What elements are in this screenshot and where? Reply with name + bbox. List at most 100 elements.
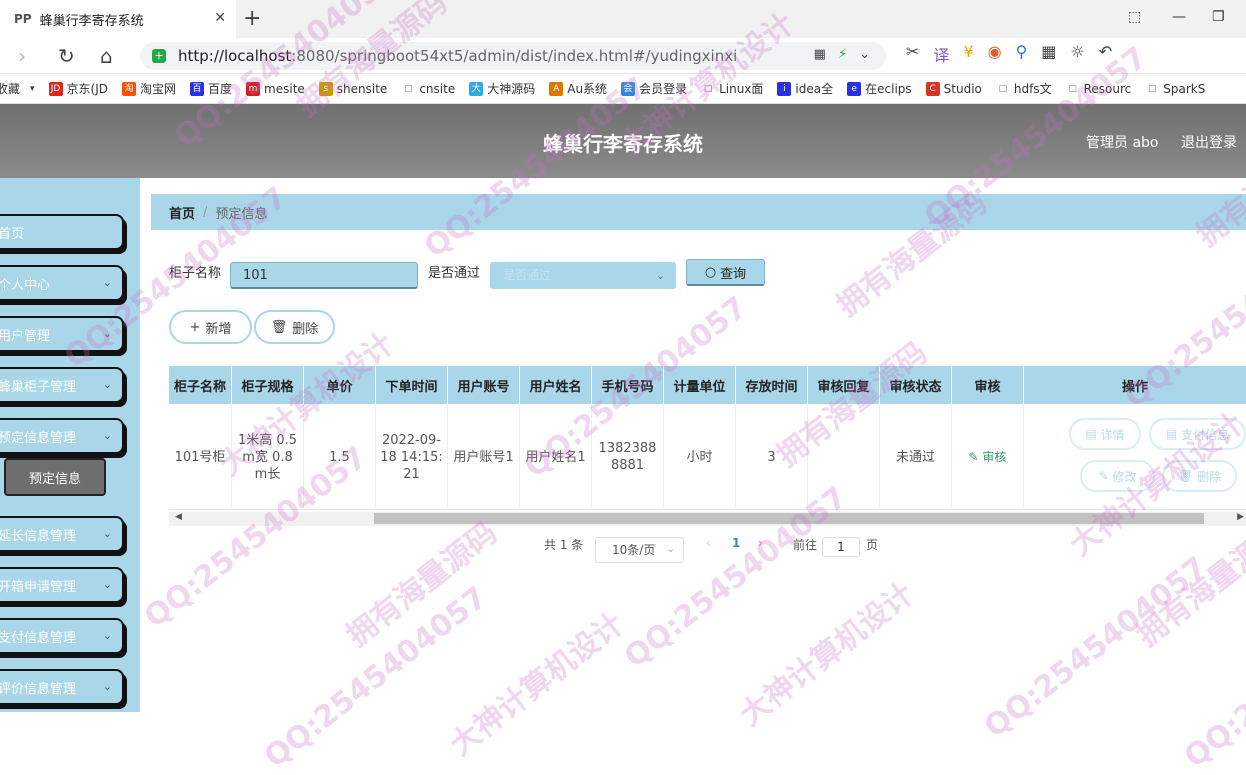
home-icon[interactable]: ⌂ <box>100 44 113 68</box>
sidebar-item[interactable]: 用户管理 ⌄ <box>0 316 124 352</box>
scroll-left-icon[interactable]: ◀ <box>175 512 182 522</box>
column-header[interactable]: 存放时间 <box>736 366 808 404</box>
chevron-down-icon: ⌄ <box>102 378 112 391</box>
bookmark-item[interactable]: 收藏 ▾ <box>0 80 35 97</box>
reload-icon[interactable]: ↻ <box>58 44 75 68</box>
theme-icon[interactable]: ☼ <box>1070 42 1084 66</box>
cabinet-name-input[interactable]: 101 <box>230 262 418 289</box>
dropdown-icon[interactable]: ⌄ <box>859 47 870 62</box>
column-header[interactable]: 审核 <box>952 366 1024 404</box>
bookmark-item[interactable]: m mesite <box>246 81 305 96</box>
bookmark-item[interactable]: 百百度 <box>190 80 232 97</box>
grid-icon[interactable]: ▦ <box>1041 42 1056 66</box>
column-header[interactable]: 用户账号 <box>448 366 520 404</box>
game-icon[interactable]: ◉ <box>988 42 1002 66</box>
sidebar-item[interactable]: 评价信息管理 ⌄ <box>0 669 124 705</box>
bookmark-item[interactable]: 淘淘宝网 <box>122 80 176 97</box>
sidebar-item[interactable]: 蜂巢柜子管理 ⌄ <box>0 367 124 403</box>
edit-button[interactable]: ✎ 修改 <box>1080 460 1155 492</box>
column-header[interactable]: 操作 <box>1024 366 1246 404</box>
payment-info-button[interactable]: ▤ 支付信息 <box>1149 418 1246 450</box>
sidebar-item[interactable]: 开箱申请管理 ⌄ <box>0 567 124 603</box>
sidebar-item-label: 蜂巢柜子管理 <box>0 379 77 395</box>
bookmark-favicon-icon: s <box>318 81 333 96</box>
bookmark-item[interactable]: C Studio <box>925 81 982 96</box>
sidebar-item[interactable]: 支付信息管理 ⌄ <box>0 618 124 654</box>
bookmark-item[interactable]: □ hdfs文 <box>996 80 1052 97</box>
window-maximize-icon[interactable]: ❐ <box>1212 9 1225 25</box>
column-header[interactable]: 单价 <box>304 366 376 404</box>
sidebar-item[interactable]: 个人中心 ⌄ <box>0 265 124 301</box>
sidebar-subitem-reservation[interactable]: 预定信息 <box>4 458 106 496</box>
sidebar-item-label: 评价信息管理 <box>0 681 77 697</box>
column-header[interactable]: 手机号码 <box>592 366 664 404</box>
breadcrumb-home[interactable]: 首页 <box>169 203 195 222</box>
window-minimize-icon[interactable]: — <box>1172 9 1186 25</box>
column-header[interactable]: 用户姓名 <box>520 366 592 404</box>
browser-tab[interactable]: PP 蜂巢行李寄存系统 ✕ <box>0 0 236 38</box>
column-header[interactable]: 审核状态 <box>880 366 952 404</box>
column-header[interactable]: 柜子规格 <box>232 366 304 404</box>
bookmark-item[interactable]: □ Linux面 <box>701 80 764 97</box>
add-button[interactable]: + 新增 <box>169 310 252 344</box>
bookmark-item[interactable]: i idea全 <box>777 80 833 97</box>
sidebar-item[interactable]: 预定信息管理 ⌄ <box>0 418 124 454</box>
audit-link[interactable]: ✎ 审核 <box>969 449 1007 466</box>
bookmark-favicon-icon: JD <box>48 81 63 96</box>
cell-phone: 13823888881 <box>592 404 664 510</box>
column-header[interactable]: 审核回复 <box>808 366 880 404</box>
coin-icon[interactable]: ¥ <box>963 42 973 66</box>
goto-page-input[interactable]: 1 <box>822 537 860 557</box>
window-pin-icon[interactable]: ⬚ <box>1128 9 1141 25</box>
bookmark-label: mesite <box>264 81 305 96</box>
chevron-down-icon: ▾ <box>30 83 35 94</box>
qr-icon[interactable]: ▦ <box>814 47 826 62</box>
column-header[interactable]: 计量单位 <box>664 366 736 404</box>
undo-icon[interactable]: ↶ <box>1099 42 1112 66</box>
query-button[interactable]: ○ 查询 <box>686 259 765 286</box>
bookmark-item[interactable]: A Au系统 <box>549 80 607 97</box>
bookmark-item[interactable]: s shensite <box>318 81 387 96</box>
bookmark-item[interactable]: □ Resourc <box>1066 82 1131 96</box>
back-icon[interactable]: › <box>18 44 26 68</box>
bookmark-label: Linux面 <box>719 82 764 96</box>
bookmark-item[interactable]: e 在eclips <box>847 80 912 97</box>
column-header[interactable]: 柜子名称 <box>169 366 232 404</box>
scissors-icon[interactable]: ✂ <box>906 42 919 66</box>
tab-close-icon[interactable]: ✕ <box>214 10 226 26</box>
bookmark-item[interactable]: □ cnsite <box>401 82 455 96</box>
new-tab-icon[interactable]: + <box>243 6 261 31</box>
bookmark-item[interactable]: 会会员登录 <box>621 80 687 97</box>
next-page-icon[interactable]: › <box>758 536 763 550</box>
sidebar-item-label: 预定信息管理 <box>0 430 77 446</box>
chevron-down-icon: ⌄ <box>102 629 112 642</box>
detail-button[interactable]: ▤ 详情 <box>1069 418 1141 450</box>
page-number[interactable]: 1 <box>732 536 740 550</box>
scroll-right-icon[interactable]: ▶ <box>1237 512 1244 522</box>
bookmark-item[interactable]: □ SparkS <box>1145 82 1205 96</box>
search-icon[interactable]: ⚲ <box>1016 42 1028 66</box>
sidebar-item[interactable]: 延长信息管理 ⌄ <box>0 516 124 552</box>
url-bar[interactable]: + http://localhost:8080/springboot54xt5/… <box>140 42 886 70</box>
page-size-select[interactable]: 10条/页 ⌄ <box>595 537 684 563</box>
sidebar-item[interactable]: 首页 <box>0 214 124 250</box>
bookmark-label: cnsite <box>419 81 456 96</box>
sidebar-item-label: 支付信息管理 <box>0 630 77 646</box>
bookmark-label: Studio <box>943 81 982 96</box>
prev-page-icon[interactable]: ‹ <box>706 536 711 550</box>
bookmark-item[interactable]: JD 京东(JD <box>48 80 108 97</box>
bookmark-label: idea全 <box>795 82 834 96</box>
chevron-down-icon: ⌄ <box>102 276 112 289</box>
horizontal-scrollbar[interactable]: ◀ ▶ <box>169 512 1246 526</box>
search-icon: ○ <box>704 264 717 280</box>
cell-name: 用户姓名1 <box>520 404 592 510</box>
pass-select[interactable]: 是否通过 ⌄ <box>490 262 676 289</box>
logout-link[interactable]: 退出登录 <box>1181 132 1237 152</box>
bolt-icon[interactable]: ⚡ <box>838 47 847 62</box>
row-delete-button[interactable]: 🗑 删除 <box>1162 460 1237 492</box>
scrollbar-thumb[interactable] <box>374 513 1204 524</box>
delete-button[interactable]: 🗑 删除 <box>254 310 335 344</box>
bookmark-item[interactable]: 大大神源码 <box>469 80 535 97</box>
translate-icon[interactable]: 译 <box>933 42 949 66</box>
column-header[interactable]: 下单时间 <box>376 366 448 404</box>
